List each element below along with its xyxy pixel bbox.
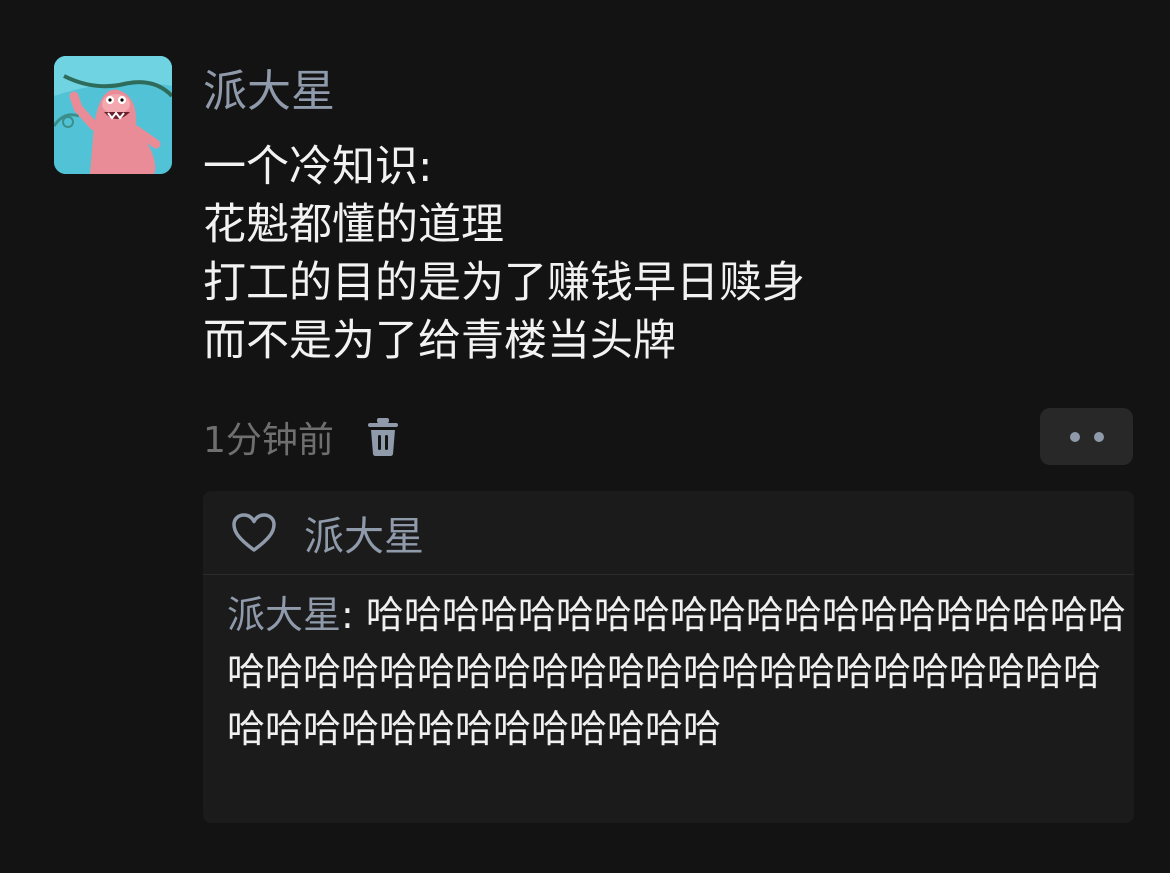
more-dots-icon <box>1093 431 1104 442</box>
avatar[interactable] <box>54 56 172 174</box>
content-line: 打工的目的是为了赚钱早日赎身 <box>203 258 805 308</box>
content-line: 一个冷知识: <box>203 142 433 192</box>
post-meta: 1分钟前 <box>203 412 400 462</box>
content-line: 而不是为了给青楼当头牌 <box>203 316 676 366</box>
post-timestamp: 1分钟前 <box>203 420 334 461</box>
like-user-name[interactable]: 派大星 <box>304 504 424 562</box>
heart-icon[interactable] <box>231 512 277 554</box>
content-line: 花魁都懂的道理 <box>203 200 504 250</box>
comment-separator: : <box>341 593 366 637</box>
likes-row: 派大星 <box>203 491 1134 575</box>
more-dots-icon <box>1069 431 1080 442</box>
comment-author[interactable]: 派大星 <box>227 593 341 637</box>
avatar-image <box>54 56 172 174</box>
post-author[interactable]: 派大星 <box>203 64 335 120</box>
comment-item[interactable]: 派大星: 哈哈哈哈哈哈哈哈哈哈哈哈哈哈哈哈哈哈哈哈哈哈哈哈哈哈哈哈哈哈哈哈哈哈哈… <box>227 587 1129 758</box>
trash-icon[interactable] <box>366 417 400 457</box>
moment-post: 派大星 一个冷知识: 花魁都懂的道理 打工的目的是为了赚钱早日赎身 而不是为了给… <box>0 0 1170 873</box>
more-options-button[interactable] <box>1040 408 1133 465</box>
post-content: 一个冷知识: 花魁都懂的道理 打工的目的是为了赚钱早日赎身 而不是为了给青楼当头… <box>203 138 1103 370</box>
interactions-panel: 派大星 派大星: 哈哈哈哈哈哈哈哈哈哈哈哈哈哈哈哈哈哈哈哈哈哈哈哈哈哈哈哈哈哈哈… <box>203 491 1134 823</box>
